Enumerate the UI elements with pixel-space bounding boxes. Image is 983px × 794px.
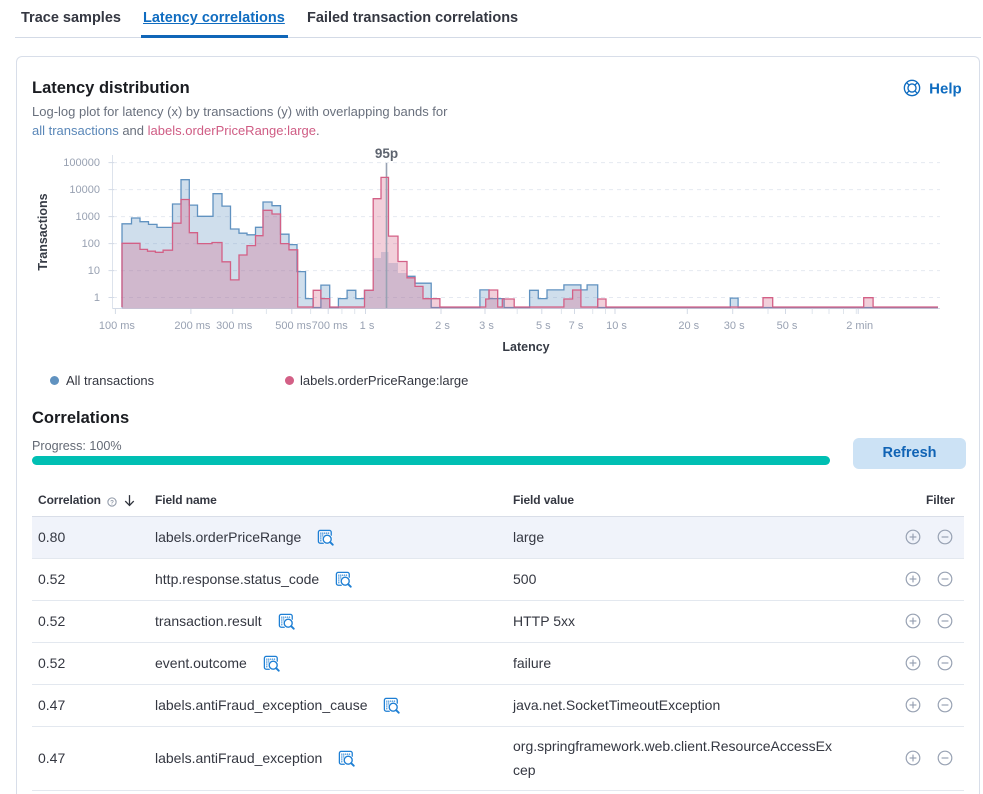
svg-text:200 ms: 200 ms	[174, 320, 211, 332]
svg-text:Transactions: Transactions	[36, 193, 50, 270]
svg-text:30 s: 30 s	[724, 320, 745, 332]
svg-text:50 s: 50 s	[777, 320, 798, 332]
svg-text:?: ?	[110, 499, 114, 506]
svg-text:100: 100	[82, 238, 100, 250]
svg-text:1000: 1000	[76, 211, 100, 223]
svg-text:100 ms: 100 ms	[99, 320, 136, 332]
svg-text:20 s: 20 s	[678, 320, 699, 332]
svg-text:1 s: 1 s	[360, 320, 375, 332]
svg-text:3 s: 3 s	[479, 320, 494, 332]
svg-text:95p: 95p	[375, 146, 398, 161]
svg-text:10 s: 10 s	[606, 320, 627, 332]
svg-text:Latency: Latency	[502, 340, 549, 354]
svg-text:10: 10	[88, 265, 100, 277]
svg-text:2 min: 2 min	[846, 320, 873, 332]
svg-text:300 ms: 300 ms	[216, 320, 253, 332]
svg-text:10000: 10000	[69, 184, 100, 196]
svg-text:700 ms: 700 ms	[312, 320, 349, 332]
svg-text:2 s: 2 s	[435, 320, 450, 332]
svg-text:5 s: 5 s	[536, 320, 551, 332]
svg-text:100000: 100000	[63, 157, 100, 169]
svg-text:7 s: 7 s	[569, 320, 584, 332]
svg-text:1: 1	[94, 292, 100, 304]
svg-text:500 ms: 500 ms	[275, 320, 312, 332]
